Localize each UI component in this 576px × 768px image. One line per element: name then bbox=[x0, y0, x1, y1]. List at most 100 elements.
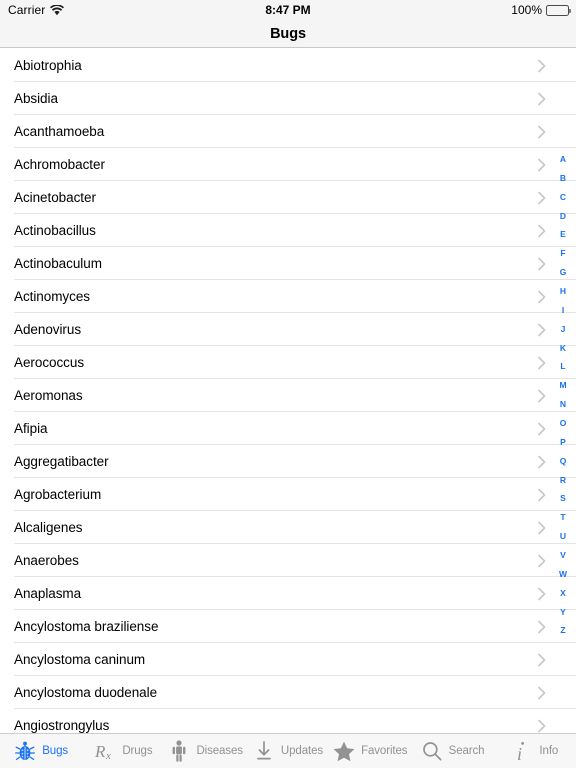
section-index-letter-m[interactable]: M bbox=[550, 381, 576, 390]
chevron-right-icon bbox=[538, 125, 546, 138]
table-row[interactable]: Actinomyces bbox=[0, 280, 576, 313]
bugs-list[interactable]: Abiotrophia Absidia Acanthamoeba Achromobac… bbox=[0, 49, 576, 733]
chevron-right-icon bbox=[538, 422, 546, 435]
section-index-letter-u[interactable]: U bbox=[550, 532, 576, 541]
table-row-label: Anaplasma bbox=[14, 586, 82, 601]
tab-label: Favorites bbox=[361, 745, 408, 757]
table-row-label: Abiotrophia bbox=[14, 58, 82, 73]
table-row[interactable]: Agrobacterium bbox=[0, 478, 576, 511]
table-row[interactable]: Ancylostoma duodenale bbox=[0, 676, 576, 709]
person-icon bbox=[168, 739, 190, 763]
section-index-letter-k[interactable]: K bbox=[550, 344, 576, 353]
section-index-letter-y[interactable]: Y bbox=[550, 608, 576, 617]
chevron-right-icon bbox=[538, 587, 546, 600]
table-row[interactable]: Aerococcus bbox=[0, 346, 576, 379]
rx-icon: Rx bbox=[94, 739, 116, 763]
section-index-letter-e[interactable]: E bbox=[550, 230, 576, 239]
table-row-label: Ancylostoma caninum bbox=[14, 652, 146, 667]
chevron-right-icon bbox=[538, 620, 546, 633]
tab-label: Bugs bbox=[42, 745, 69, 757]
section-index-letter-p[interactable]: P bbox=[550, 438, 576, 447]
table-row-label: Angiostrongylus bbox=[14, 718, 110, 733]
section-index-letter-r[interactable]: R bbox=[550, 476, 576, 485]
chevron-right-icon bbox=[538, 389, 546, 402]
section-index-letter-n[interactable]: N bbox=[550, 400, 576, 409]
tab-favorites[interactable]: Favorites bbox=[329, 734, 411, 768]
app-root: Carrier 8:47 PM 100% Bugs Abiotrophia Abs… bbox=[0, 0, 576, 768]
chevron-right-icon bbox=[538, 224, 546, 237]
table-row[interactable]: Anaplasma bbox=[0, 577, 576, 610]
table-row[interactable]: Actinobaculum bbox=[0, 247, 576, 280]
section-index-letter-g[interactable]: G bbox=[550, 268, 576, 277]
table-row-label: Acanthamoeba bbox=[14, 124, 105, 139]
chevron-right-icon bbox=[538, 191, 546, 204]
table-row[interactable]: Adenovirus bbox=[0, 313, 576, 346]
section-index-letter-t[interactable]: T bbox=[550, 513, 576, 522]
table-row[interactable]: Afipia bbox=[0, 412, 576, 445]
page-title: Bugs bbox=[270, 25, 306, 42]
chevron-right-icon bbox=[538, 356, 546, 369]
section-index-letter-l[interactable]: L bbox=[550, 362, 576, 371]
chevron-right-icon bbox=[538, 290, 546, 303]
section-index-letter-h[interactable]: H bbox=[550, 287, 576, 296]
section-index-letter-f[interactable]: F bbox=[550, 249, 576, 258]
tab-drugs[interactable]: Rx Drugs bbox=[82, 734, 164, 768]
table-row-label: Actinobacillus bbox=[14, 223, 96, 238]
table-row[interactable]: Aeromonas bbox=[0, 379, 576, 412]
table-row[interactable]: Angiostrongylus bbox=[0, 709, 576, 733]
table-row-label: Anaerobes bbox=[14, 553, 79, 568]
table-row[interactable]: Actinobacillus bbox=[0, 214, 576, 247]
table-row[interactable]: Anaerobes bbox=[0, 544, 576, 577]
chevron-right-icon bbox=[538, 59, 546, 72]
section-index-letter-z[interactable]: Z bbox=[550, 626, 576, 635]
tab-label: Info bbox=[539, 745, 559, 757]
section-index-letter-s[interactable]: S bbox=[550, 494, 576, 503]
tab-info[interactable]: i Info bbox=[494, 734, 576, 768]
table-row-label: Aggregatibacter bbox=[14, 454, 109, 469]
table-row[interactable]: Ancylostoma braziliense bbox=[0, 610, 576, 643]
table-row-label: Absidia bbox=[14, 91, 58, 106]
tab-updates[interactable]: Updates bbox=[247, 734, 329, 768]
section-index-letter-c[interactable]: C bbox=[550, 193, 576, 202]
section-index-letter-b[interactable]: B bbox=[550, 174, 576, 183]
table-row[interactable]: Ancylostoma caninum bbox=[0, 643, 576, 676]
tab-label: Drugs bbox=[122, 745, 153, 757]
status-bar-clock: 8:47 PM bbox=[265, 3, 311, 17]
table-row-label: Alcaligenes bbox=[14, 520, 83, 535]
section-index-letter-d[interactable]: D bbox=[550, 212, 576, 221]
table-row[interactable]: Aggregatibacter bbox=[0, 445, 576, 478]
section-index-letter-a[interactable]: A bbox=[550, 155, 576, 164]
tab-diseases[interactable]: Diseases bbox=[165, 734, 247, 768]
chevron-right-icon bbox=[538, 257, 546, 270]
table-row[interactable]: Acinetobacter bbox=[0, 181, 576, 214]
table-row-label: Aeromonas bbox=[14, 388, 83, 403]
section-index-letter-x[interactable]: X bbox=[550, 589, 576, 598]
svg-text:i: i bbox=[517, 744, 522, 762]
section-index-letter-v[interactable]: V bbox=[550, 551, 576, 560]
tab-bugs[interactable]: Bugs bbox=[0, 734, 82, 768]
tab-label: Search bbox=[448, 745, 485, 757]
section-index-letter-i[interactable]: I bbox=[550, 306, 576, 315]
section-index-letter-w[interactable]: W bbox=[550, 570, 576, 579]
search-icon bbox=[421, 739, 443, 763]
table-row[interactable]: Alcaligenes bbox=[0, 511, 576, 544]
table-row-label: Ancylostoma braziliense bbox=[14, 619, 159, 634]
tab-search[interactable]: Search bbox=[411, 734, 493, 768]
section-index-letter-o[interactable]: O bbox=[550, 419, 576, 428]
chevron-right-icon bbox=[538, 719, 546, 732]
table-row[interactable]: Abiotrophia bbox=[0, 49, 576, 82]
section-index-bar[interactable]: A B C DE F G H I J KL M N O P Q RS T U V W X YZ bbox=[550, 155, 576, 635]
section-index-letter-j[interactable]: J bbox=[550, 325, 576, 334]
table-row[interactable]: Absidia bbox=[0, 82, 576, 115]
table-row-label: Actinomyces bbox=[14, 289, 90, 304]
tab-label: Updates bbox=[280, 745, 324, 757]
battery-percent-label: 100% bbox=[511, 3, 542, 17]
chevron-right-icon bbox=[538, 158, 546, 171]
section-index-letter-q[interactable]: Q bbox=[550, 457, 576, 466]
table-row-label: Adenovirus bbox=[14, 322, 82, 337]
table-row[interactable]: Acanthamoeba bbox=[0, 115, 576, 148]
chevron-right-icon bbox=[538, 686, 546, 699]
chevron-right-icon bbox=[538, 521, 546, 534]
svg-text:R: R bbox=[94, 742, 106, 761]
table-row[interactable]: Achromobacter bbox=[0, 148, 576, 181]
